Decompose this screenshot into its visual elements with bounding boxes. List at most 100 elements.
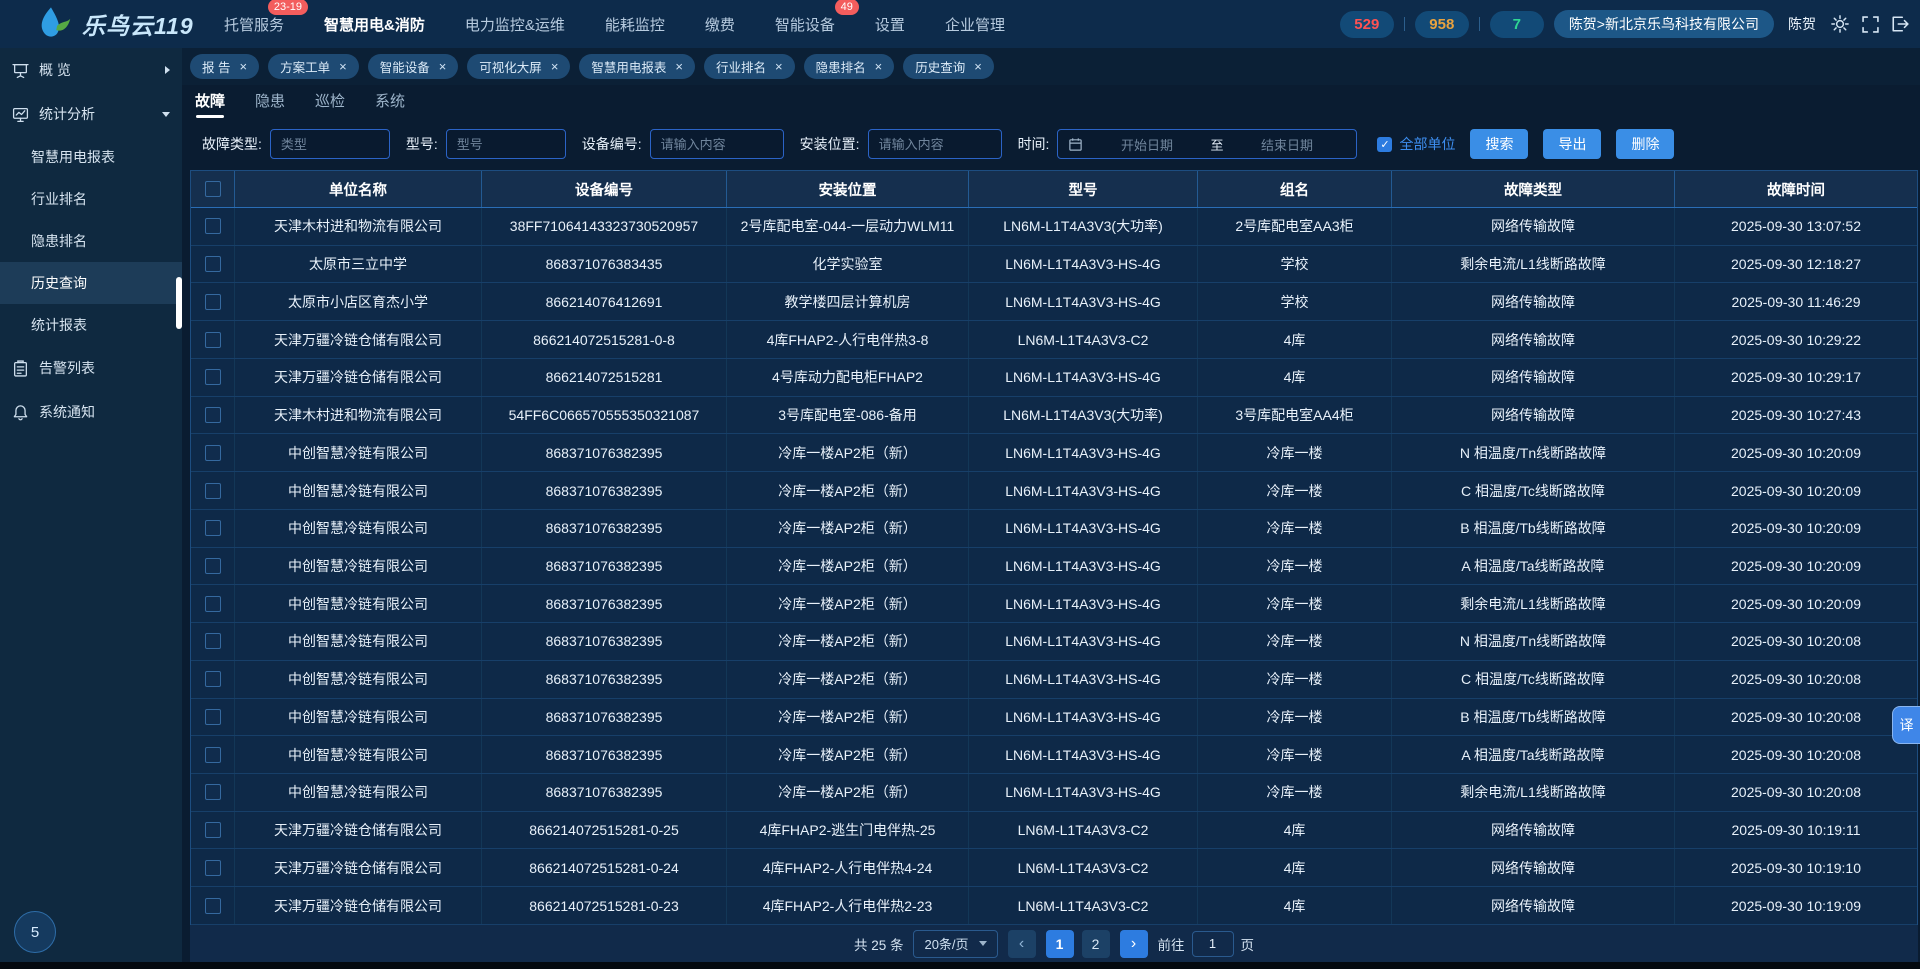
table-row[interactable]: 天津万疆冷链仓储有限公司866214072515281-0-254库FHAP2-… (191, 812, 1917, 850)
table-row[interactable]: 天津木村进和物流有限公司54FF6C0665705553503210873号库配… (191, 397, 1917, 435)
nav-item-7[interactable]: 企业管理 (945, 9, 1005, 40)
table-row[interactable]: 天津万疆冷链仓储有限公司866214072515281-0-84库FHAP2-人… (191, 321, 1917, 359)
open-tab-tag[interactable]: 可视化大屏 × (467, 54, 570, 79)
fullscreen-icon[interactable] (1860, 14, 1880, 34)
sidebar-item-1[interactable]: 统计分析 (0, 92, 182, 136)
table-row[interactable]: 天津万疆冷链仓储有限公司8662140725152814号库动力配电柜FHAP2… (191, 359, 1917, 397)
close-icon[interactable]: × (775, 60, 783, 73)
sidebar-item-7[interactable]: 告警列表 (0, 346, 182, 390)
table-row[interactable]: 天津木村进和物流有限公司38FF710641433237305209572号库配… (191, 208, 1917, 246)
sidebar-item-2[interactable]: 智慧用电报表 (0, 136, 182, 178)
logout-icon[interactable] (1890, 14, 1910, 34)
company-pill[interactable]: 陈贺>新北京乐鸟科技有限公司 (1554, 10, 1774, 38)
table-row[interactable]: 中创智慧冷链有限公司868371076382395冷库一楼AP2柜（新）LN6M… (191, 623, 1917, 661)
export-button[interactable]: 导出 (1543, 129, 1601, 159)
nav-item-2[interactable]: 电力监控&运维 (465, 9, 565, 40)
tab-2[interactable]: 巡检 (315, 90, 345, 120)
row-checkbox[interactable] (205, 822, 221, 838)
page-size-select[interactable]: 20条/页 (913, 930, 997, 958)
open-tab-tag[interactable]: 历史查询 × (903, 54, 994, 79)
table-row[interactable]: 中创智慧冷链有限公司868371076382395冷库一楼AP2柜（新）LN6M… (191, 585, 1917, 623)
table-header-cell[interactable]: 故障时间 (1675, 171, 1917, 207)
nav-item-6[interactable]: 设置 (875, 9, 905, 40)
table-row[interactable]: 天津万疆冷链仓储有限公司866214072515281-0-244库FHAP2-… (191, 849, 1917, 887)
open-tab-tag[interactable]: 方案工单 × (268, 54, 359, 79)
nav-item-3[interactable]: 能耗监控 (605, 9, 665, 40)
sidebar-item-0[interactable]: 概 览 (0, 48, 182, 92)
row-checkbox[interactable] (205, 596, 221, 612)
prev-page-button[interactable]: ‹ (1008, 930, 1036, 958)
open-tab-tag[interactable]: 智慧用电报表 × (579, 54, 695, 79)
open-tab-tag[interactable]: 隐患排名 × (804, 54, 895, 79)
delete-button[interactable]: 删除 (1616, 129, 1674, 159)
sidebar-item-4[interactable]: 隐患排名 (0, 220, 182, 262)
row-checkbox[interactable] (205, 483, 221, 499)
close-icon[interactable]: × (675, 60, 683, 73)
close-icon[interactable]: × (439, 60, 447, 73)
nav-item-5[interactable]: 智能设备 49 (775, 9, 835, 40)
table-row[interactable]: 中创智慧冷链有限公司868371076382395冷库一楼AP2柜（新）LN6M… (191, 661, 1917, 699)
sidebar-item-3[interactable]: 行业排名 (0, 178, 182, 220)
sidebar-collapse-handle[interactable] (176, 277, 182, 329)
close-icon[interactable]: × (551, 60, 559, 73)
table-row[interactable]: 太原市小店区育杰小学866214076412691教学楼四层计算机房LN6M-L… (191, 283, 1917, 321)
table-row[interactable]: 中创智慧冷链有限公司868371076382395冷库一楼AP2柜（新）LN6M… (191, 510, 1917, 548)
goto-page-input[interactable] (1192, 931, 1234, 957)
tab-3[interactable]: 系统 (375, 90, 405, 120)
close-icon[interactable]: × (974, 60, 982, 73)
row-checkbox[interactable] (205, 520, 221, 536)
close-icon[interactable]: × (239, 60, 247, 73)
counter-pill[interactable]: 529 (1340, 11, 1394, 38)
row-checkbox[interactable] (205, 369, 221, 385)
row-checkbox[interactable] (205, 784, 221, 800)
table-row[interactable]: 中创智慧冷链有限公司868371076382395冷库一楼AP2柜（新）LN6M… (191, 774, 1917, 812)
open-tab-tag[interactable]: 报 告 × (190, 54, 259, 79)
table-row[interactable]: 太原市三立中学868371076383435化学实验室LN6M-L1T4A3V3… (191, 246, 1917, 284)
counter-pill[interactable]: 958 (1415, 11, 1469, 38)
close-icon[interactable]: × (875, 60, 883, 73)
fault-type-input[interactable] (270, 129, 390, 159)
float-counter-badge[interactable]: 5 (14, 911, 56, 953)
translate-tab[interactable]: 译 (1892, 706, 1920, 744)
open-tab-tag[interactable]: 行业排名 × (704, 54, 795, 79)
row-checkbox[interactable] (205, 218, 221, 234)
table-row[interactable]: 中创智慧冷链有限公司868371076382395冷库一楼AP2柜（新）LN6M… (191, 548, 1917, 586)
table-row[interactable]: 中创智慧冷链有限公司868371076382395冷库一楼AP2柜（新）LN6M… (191, 699, 1917, 737)
location-input[interactable] (868, 129, 1002, 159)
row-checkbox[interactable] (205, 407, 221, 423)
all-units-checkbox[interactable]: ✓ 全部单位 (1377, 134, 1455, 154)
row-checkbox[interactable] (205, 747, 221, 763)
row-checkbox[interactable] (205, 294, 221, 310)
nav-item-0[interactable]: 托管服务 23-19 (224, 9, 284, 40)
settings-icon[interactable] (1830, 14, 1850, 34)
row-checkbox[interactable] (205, 332, 221, 348)
row-checkbox[interactable] (205, 558, 221, 574)
search-button[interactable]: 搜索 (1470, 129, 1528, 159)
model-input[interactable] (446, 129, 566, 159)
table-header-cell[interactable]: 设备编号 (482, 171, 727, 207)
row-checkbox[interactable] (205, 445, 221, 461)
row-checkbox[interactable] (205, 860, 221, 876)
row-checkbox[interactable] (205, 671, 221, 687)
page-number-button[interactable]: 2 (1082, 930, 1110, 958)
open-tab-tag[interactable]: 智能设备 × (368, 54, 459, 79)
table-header-cell[interactable]: 型号 (969, 171, 1198, 207)
row-checkbox[interactable] (205, 709, 221, 725)
nav-item-1[interactable]: 智慧用电&消防 (324, 9, 425, 40)
end-date-placeholder[interactable]: 结束日期 (1227, 135, 1346, 154)
table-row[interactable]: 中创智慧冷链有限公司868371076382395冷库一楼AP2柜（新）LN6M… (191, 434, 1917, 472)
table-header-cell[interactable]: 单位名称 (235, 171, 482, 207)
row-checkbox[interactable] (205, 256, 221, 272)
table-row[interactable]: 中创智慧冷链有限公司868371076382395冷库一楼AP2柜（新）LN6M… (191, 472, 1917, 510)
start-date-placeholder[interactable]: 开始日期 (1087, 135, 1206, 154)
sidebar-item-5[interactable]: 历史查询 (0, 262, 182, 304)
row-checkbox[interactable] (205, 898, 221, 914)
nav-item-4[interactable]: 缴费 (705, 9, 735, 40)
table-header-cell[interactable]: 组名 (1198, 171, 1392, 207)
date-range-picker[interactable]: 开始日期 至 结束日期 (1057, 129, 1357, 159)
sidebar-item-6[interactable]: 统计报表 (0, 304, 182, 346)
tab-1[interactable]: 隐患 (255, 90, 285, 120)
table-header-cell[interactable]: 安装位置 (727, 171, 969, 207)
user-name[interactable]: 陈贺 (1788, 14, 1816, 34)
next-page-button[interactable]: › (1120, 930, 1148, 958)
